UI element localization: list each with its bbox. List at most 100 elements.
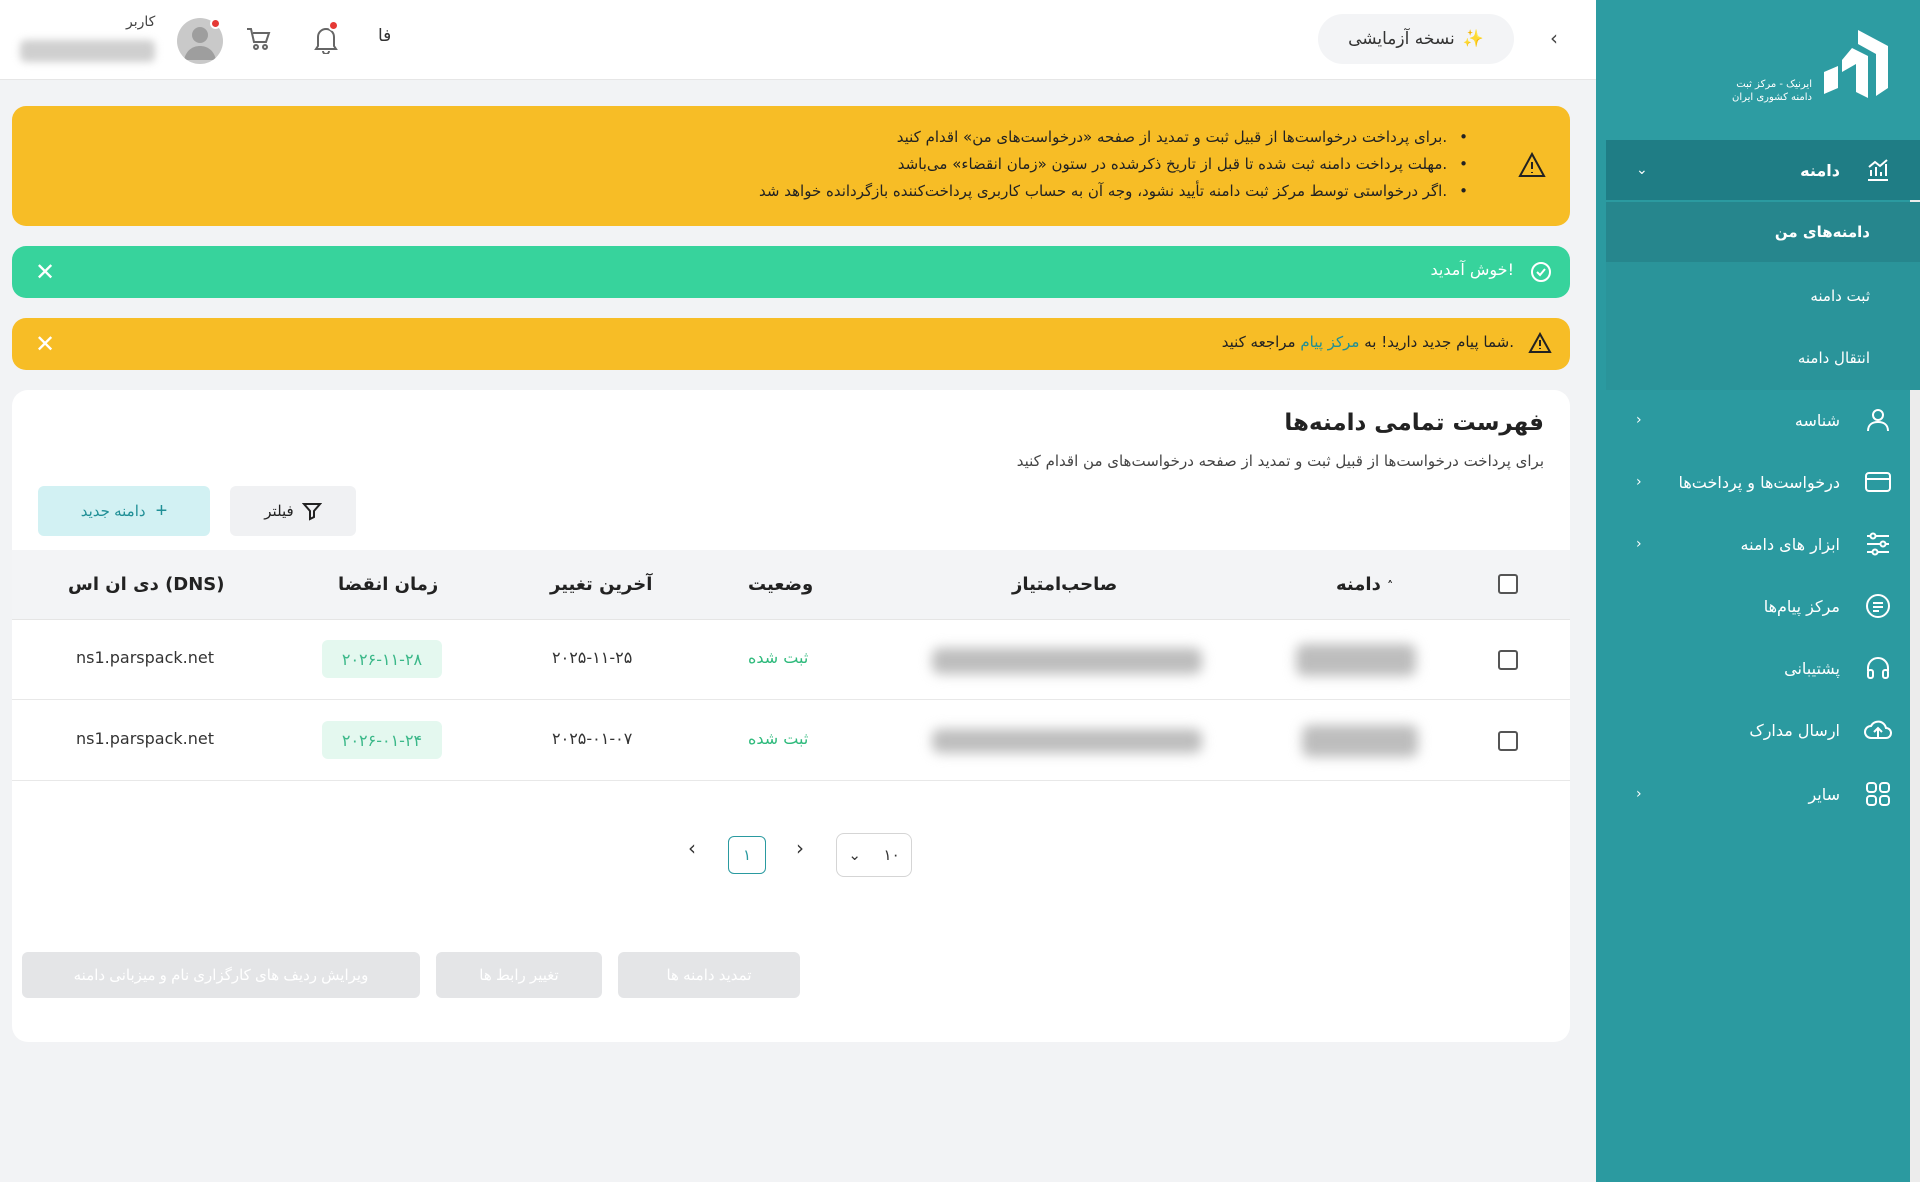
logo-line-2: دامنه کشوری ایران bbox=[1731, 92, 1812, 103]
new-message-text: شما پیام جدید دارید! به مرکز پیام مراجعه… bbox=[1222, 333, 1514, 351]
logo-line-1: ایرنیک - مرکز ثبت bbox=[1736, 79, 1812, 90]
column-status: وضعیت bbox=[748, 574, 814, 595]
column-domain[interactable]: دامنه ˄ bbox=[1336, 574, 1393, 595]
select-all-checkbox[interactable] bbox=[1498, 574, 1518, 594]
change-contacts-button[interactable]: تغییر رابط ها bbox=[436, 952, 602, 998]
row-checkbox[interactable] bbox=[1498, 650, 1518, 670]
status-text: ثبت شده bbox=[748, 729, 809, 748]
dns-text: ns1.parspack.net bbox=[76, 729, 214, 748]
expire-date-badge: ۲۰۲۶-۰۱-۲۴ bbox=[322, 721, 442, 759]
sidebar-item-domain[interactable]: دامنه ⌄ bbox=[1606, 140, 1920, 200]
chevron-right-icon: › bbox=[1636, 474, 1642, 490]
new-domain-label: دامنه جدید bbox=[80, 503, 146, 520]
sidebar-item-label: شناسه bbox=[1794, 410, 1840, 430]
info-line: مهلت پرداخت دامنه ثبت شده تا قبل از تاری… bbox=[759, 151, 1480, 178]
status-text: ثبت شده bbox=[748, 648, 809, 667]
new-domain-button[interactable]: دامنه جدید + bbox=[38, 486, 210, 536]
info-list: برای پرداخت درخواست‌ها از قبیل ثبت و تمد… bbox=[759, 124, 1480, 205]
sidebar-subitem-transfer-domain[interactable]: انتقال دامنه bbox=[1606, 328, 1920, 388]
last-change-date: ۲۰۲۵-۰۱-۰۷ bbox=[552, 729, 633, 748]
filter-button[interactable]: فیلتر bbox=[230, 486, 356, 536]
sidebar-item-label: سایر bbox=[1808, 784, 1840, 804]
sort-up-icon: ˄ bbox=[1387, 579, 1394, 593]
avatar-badge bbox=[210, 18, 221, 29]
plus-icon: + bbox=[155, 499, 168, 522]
cloud-upload-icon bbox=[1862, 714, 1894, 746]
pagination-prev[interactable]: ‹ bbox=[688, 836, 696, 860]
irnic-logo-icon bbox=[1824, 30, 1888, 98]
card-icon bbox=[1862, 466, 1894, 498]
user-icon bbox=[1862, 404, 1894, 436]
sidebar-item-other[interactable]: سایر › bbox=[1606, 764, 1920, 824]
renew-domains-button[interactable]: تمدید دامنه ها bbox=[618, 952, 800, 998]
sidebar-subitem-my-domains[interactable]: دامنه‌های من bbox=[1606, 202, 1920, 262]
domains-card: فهرست تمامی دامنه‌ها برای پرداخت درخواست… bbox=[12, 390, 1570, 1042]
page-subtitle: برای پرداخت درخواست‌ها از قبیل ثبت و تمد… bbox=[1016, 452, 1544, 470]
chart-icon bbox=[1862, 154, 1894, 186]
language-switch[interactable]: فا bbox=[378, 26, 391, 46]
owner-redacted bbox=[932, 729, 1202, 753]
chevron-down-icon: ⌄ bbox=[848, 846, 861, 864]
column-last-change: آخرین تغییر bbox=[550, 574, 653, 595]
page-size-value: ۱۰ bbox=[883, 846, 900, 864]
headset-icon bbox=[1862, 652, 1894, 684]
payment-info-alert: برای پرداخت درخواست‌ها از قبیل ثبت و تمد… bbox=[12, 106, 1570, 226]
welcome-text: خوش آمدید! bbox=[1430, 260, 1514, 279]
welcome-alert: خوش آمدید! ✕ bbox=[12, 246, 1570, 298]
cart-icon[interactable] bbox=[244, 24, 274, 54]
column-label: دامنه bbox=[1336, 574, 1381, 595]
close-icon[interactable]: ✕ bbox=[32, 259, 58, 285]
sidebar: ایرنیک - مرکز ثبت دامنه کشوری ایران دامن… bbox=[1596, 0, 1920, 1182]
grid-icon bbox=[1862, 778, 1894, 810]
page-title: فهرست تمامی دامنه‌ها bbox=[1284, 410, 1544, 436]
sidebar-item-identity[interactable]: شناسه › bbox=[1606, 390, 1920, 450]
page-size-select[interactable]: ⌄ ۱۰ bbox=[836, 833, 912, 877]
check-circle-icon bbox=[1531, 262, 1551, 282]
info-line: برای پرداخت درخواست‌ها از قبیل ثبت و تمد… bbox=[759, 124, 1480, 151]
table-header: دامنه ˄ صاحب‌امتیاز وضعیت آخرین تغییر زم… bbox=[12, 550, 1570, 620]
column-owner: صاحب‌امتیاز bbox=[1012, 574, 1118, 595]
user-role: کاربر bbox=[126, 14, 156, 30]
warning-icon bbox=[1528, 332, 1552, 353]
sidebar-item-label: درخواست‌ها و پرداخت‌ها bbox=[1678, 472, 1840, 492]
sidebar-item-requests[interactable]: درخواست‌ها و پرداخت‌ها › bbox=[1606, 452, 1920, 512]
new-message-alert: شما پیام جدید دارید! به مرکز پیام مراجعه… bbox=[12, 318, 1570, 370]
domain-name-redacted bbox=[1302, 725, 1418, 757]
domain-name-redacted bbox=[1296, 644, 1416, 676]
dns-text: ns1.parspack.net bbox=[76, 648, 214, 667]
trial-label: نسخه آزمایشی bbox=[1348, 29, 1455, 49]
sidebar-item-domain-tools[interactable]: ابزار های دامنه › bbox=[1606, 514, 1920, 574]
close-icon[interactable]: ✕ bbox=[32, 331, 58, 357]
sidebar-item-message-center[interactable]: مرکز پیام‌ها bbox=[1606, 576, 1920, 636]
trial-version-chip[interactable]: نسخه آزمایشی ✨ bbox=[1318, 14, 1514, 64]
logo-text: ایرنیک - مرکز ثبت دامنه کشوری ایران bbox=[1702, 78, 1812, 104]
table-row[interactable]: ثبت شده ۲۰۲۵-۱۱-۲۵ ۲۰۲۶-۱۱-۲۸ ns1.parspa… bbox=[12, 620, 1570, 700]
bell-icon[interactable] bbox=[312, 20, 342, 55]
notification-badge bbox=[328, 20, 339, 31]
top-header: ‹ نسخه آزمایشی ✨ فا کاربر bbox=[0, 0, 1596, 80]
sidebar-item-label: پشتیبانی bbox=[1784, 658, 1840, 678]
table-row[interactable]: ثبت شده ۲۰۲۵-۰۱-۰۷ ۲۰۲۶-۰۱-۲۴ ns1.parspa… bbox=[12, 701, 1570, 781]
sidebar-item-send-documents[interactable]: ارسال مدارک bbox=[1606, 700, 1920, 760]
pagination-next[interactable]: › bbox=[796, 836, 804, 860]
chevron-right-icon: › bbox=[1636, 412, 1642, 428]
row-checkbox[interactable] bbox=[1498, 731, 1518, 751]
sidebar-item-label: ابزار های دامنه bbox=[1740, 534, 1840, 554]
message-icon bbox=[1862, 590, 1894, 622]
chevron-right-icon: › bbox=[1636, 786, 1642, 802]
warning-icon bbox=[1518, 152, 1546, 177]
sparkles-icon: ✨ bbox=[1462, 29, 1484, 49]
column-expire: زمان انقضا bbox=[338, 574, 439, 595]
chevron-left-icon[interactable]: ‹ bbox=[1550, 26, 1558, 50]
sidebar-subitem-register-domain[interactable]: ثبت دامنه bbox=[1606, 266, 1920, 326]
column-dns: دی ان اس (DNS) bbox=[68, 574, 225, 595]
message-center-link[interactable]: مرکز پیام bbox=[1300, 333, 1359, 351]
pagination-current-page[interactable]: ۱ bbox=[728, 836, 766, 874]
last-change-date: ۲۰۲۵-۱۱-۲۵ bbox=[552, 648, 633, 667]
sidebar-item-support[interactable]: پشتیبانی bbox=[1606, 638, 1920, 698]
sliders-icon bbox=[1862, 528, 1894, 560]
edit-nameservers-button[interactable]: ویرایش ردیف های کارگزاری نام و میزبانی د… bbox=[22, 952, 420, 998]
filter-label: فیلتر bbox=[264, 503, 294, 520]
owner-redacted bbox=[932, 648, 1202, 674]
domain-submenu: دامنه‌های من ثبت دامنه انتقال دامنه bbox=[1606, 202, 1920, 390]
